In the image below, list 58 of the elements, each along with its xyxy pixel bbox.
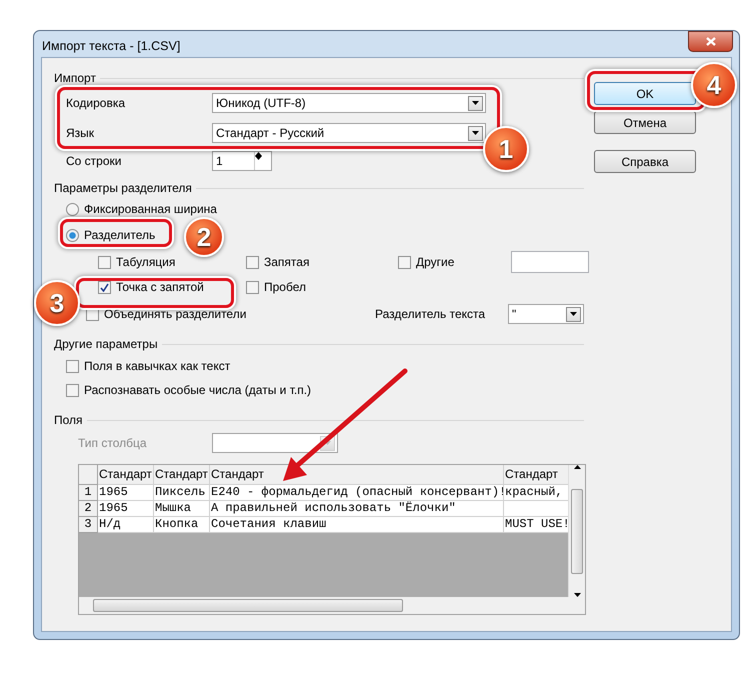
section-heading: Поля [54,413,83,427]
close-icon [706,37,716,46]
field-label: Со строки [66,154,122,168]
table-cell: 1965 [98,501,154,517]
field-label: Разделитель текста [375,307,486,321]
column-header[interactable]: Стандарт [154,465,210,485]
down-caret-icon [324,441,331,445]
table-cell: Мышка [154,501,210,517]
column-header[interactable]: Стандарт [210,465,504,485]
window-title: Импорт текста - [1.CSV] [42,39,180,53]
checkbox[interactable]: Пробел [246,280,306,294]
down-caret-icon [472,101,479,105]
language-dropdown[interactable]: Стандарт - Русский [212,123,486,143]
checkbox[interactable]: Другие [398,255,454,269]
other-separator-field[interactable] [511,251,589,273]
dialog-button[interactable]: OK [594,82,696,105]
dialog-button[interactable]: Отмена [594,111,696,134]
checkbox[interactable]: Объединять разделители [86,307,246,321]
table-cell: Н/д [98,517,154,533]
checkbox[interactable]: Запятая [246,255,310,269]
scroll-thumb[interactable] [93,599,403,612]
down-caret-icon [570,312,577,316]
section-heading: Импорт [54,71,96,85]
encoding-dropdown[interactable]: Юникод (UTF-8) [212,93,486,113]
check-icon [100,282,109,292]
field-label: Тип столбца [78,436,148,450]
text-delimiter-dropdown[interactable]: " [508,304,584,324]
spin-field[interactable]: 1 [212,151,272,171]
checkbox[interactable]: Поля в кавычках как текст [66,359,230,373]
row-number: 2 [79,501,98,517]
table-cell: Сочетания клавиш [210,517,504,533]
checkbox[interactable]: Распознавать особые числа (даты и т.п.) [66,383,312,397]
section-heading: Другие параметры [54,337,158,351]
close-button[interactable] [688,31,733,52]
scroll-thumb[interactable] [571,488,583,574]
row-number: 3 [79,517,98,533]
radio-button[interactable]: Фиксированная ширина [66,202,217,216]
table-cell: MUST USE! [504,517,568,533]
table-cell: Кнопка [154,517,210,533]
section-heading: Параметры разделителя [54,181,192,195]
table-cell: Пиксель [154,485,210,501]
up-caret-icon [255,152,262,156]
horizontal-scrollbar[interactable] [79,597,568,614]
column-header[interactable]: Стандарт [98,465,154,485]
field-label: Кодировка [66,96,126,110]
checkbox[interactable]: Табуляция [98,255,176,269]
table-cell: А правильней использовать "Ёлочки" [210,501,504,517]
vertical-scrollbar[interactable] [568,465,585,597]
row-number: 1 [79,485,98,501]
table-cell: E240 - формальдегид (опасный консервант)! [210,485,504,501]
column-header[interactable]: Стандарт [504,465,568,485]
table-cell: 1965 [98,485,154,501]
dialog-button[interactable]: Справка [594,150,696,173]
table-cell: красный, [504,485,568,501]
field-label: Язык [66,126,96,140]
up-caret-icon [574,465,580,469]
down-caret-icon [255,156,262,160]
down-caret-icon [472,131,479,135]
